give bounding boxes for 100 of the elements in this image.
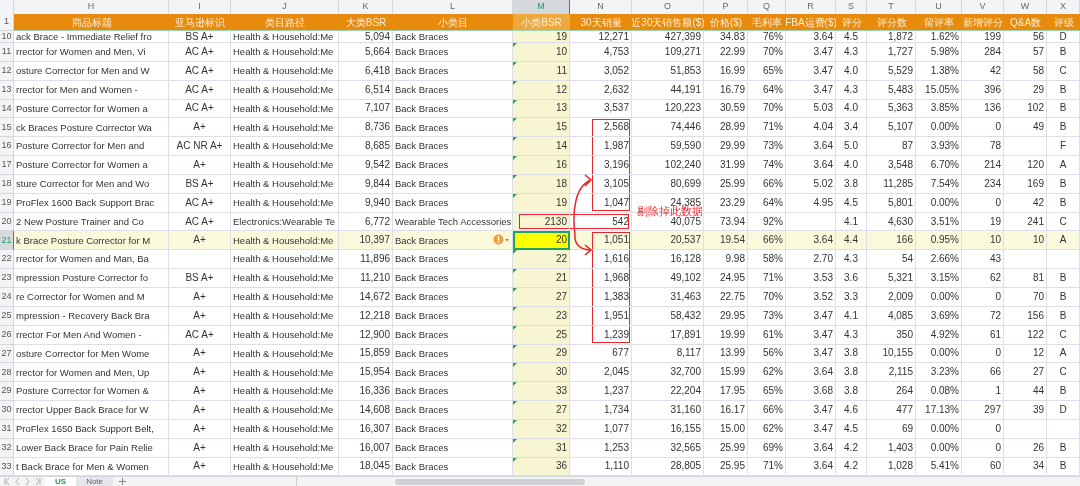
table-cell[interactable]: 3.8 [836,363,867,383]
last-sheet-icon[interactable] [35,478,41,486]
table-cell[interactable]: Back Braces [393,156,513,175]
table-cell[interactable]: 74% [748,156,786,175]
table-cell[interactable]: 56 [1004,31,1047,43]
table-cell[interactable]: 30 [513,363,570,383]
table-cell[interactable]: Posture Corrector for Men and [14,137,169,157]
table-cell[interactable]: 32,700 [632,363,704,383]
row-number[interactable]: 15 [0,118,14,138]
table-cell[interactable]: 44 [1004,382,1047,402]
table-cell[interactable]: 49 [1004,118,1047,138]
table-cell[interactable]: 1,987 [570,137,632,157]
table-cell[interactable]: 3.68 [786,382,836,402]
table-cell[interactable]: 15 [513,118,570,138]
table-cell[interactable]: 4.04 [786,118,836,138]
table-cell[interactable]: 4.3 [836,43,867,62]
table-cell[interactable]: A+ [169,382,231,402]
table-cell[interactable]: 10 [1004,231,1047,251]
table-cell[interactable]: 5.0 [836,137,867,157]
table-cell[interactable]: 34.83 [704,31,748,43]
warning-icon[interactable] [493,234,510,246]
table-cell[interactable]: 3.4 [836,118,867,138]
table-cell[interactable]: 199 [962,31,1004,43]
table-cell[interactable]: 8,685 [339,137,393,157]
table-cell[interactable]: 3.64 [786,231,836,251]
table-cell[interactable]: 78 [962,137,1004,157]
table-cell[interactable]: 14 [513,137,570,157]
table-cell[interactable]: 3.53 [786,269,836,288]
table-cell[interactable]: 49,102 [632,269,704,288]
table-cell[interactable] [1004,137,1047,157]
table-cell[interactable]: 477 [867,401,916,420]
table-cell[interactable]: rrector for Women and Men, Vi [14,43,169,62]
table-cell[interactable]: rrector for Women and Man, Ba [14,250,169,270]
table-cell[interactable]: 10,397 [339,231,393,251]
table-cell[interactable]: 3.8 [836,382,867,402]
table-cell[interactable]: 66 [962,363,1004,383]
table-cell[interactable]: 8,736 [339,118,393,138]
table-cell[interactable]: 3.6 [836,269,867,288]
table-cell[interactable]: 73% [748,137,786,157]
table-cell[interactable]: Health & Household:Me [231,250,339,270]
table-cell[interactable]: 6.70% [916,156,962,175]
table-cell[interactable]: 9,542 [339,156,393,175]
add-sheet-icon[interactable] [119,478,127,486]
table-cell[interactable]: Health & Household:Me [231,363,339,383]
table-cell[interactable]: 3.64 [786,363,836,383]
table-cell[interactable]: 43 [962,250,1004,270]
table-cell[interactable]: rrector Upper Back Brace for W [14,401,169,420]
table-cell[interactable]: Back Braces [393,43,513,62]
table-cell[interactable]: 427,399 [632,31,704,43]
table-cell[interactable]: 10 [962,231,1004,251]
table-cell[interactable]: 1 [962,382,1004,402]
table-cell[interactable]: 3.47 [786,401,836,420]
table-cell[interactable]: AC NR A+ [169,137,231,157]
table-cell[interactable]: 27 [513,401,570,420]
table-cell[interactable]: 4,753 [570,43,632,62]
table-cell[interactable]: 27 [1004,363,1047,383]
table-cell[interactable]: Posture Corrector for Women & [14,382,169,402]
table-cell[interactable]: 16 [513,156,570,175]
table-cell[interactable]: 102,240 [632,156,704,175]
sheet-tab[interactable]: Note [76,477,114,486]
table-cell[interactable]: 5,664 [339,43,393,62]
table-cell[interactable]: k Brace Posture Corrector for M [14,231,169,251]
table-cell[interactable]: 54 [867,250,916,270]
table-cell[interactable]: 17.13% [916,401,962,420]
table-cell[interactable]: 3.64 [786,156,836,175]
table-cell[interactable]: 109,271 [632,43,704,62]
row-number[interactable]: 16 [0,137,14,157]
next-sheet-icon[interactable] [25,478,30,486]
table-cell[interactable]: 16.17 [704,401,748,420]
table-cell[interactable]: Back Braces [393,363,513,383]
table-cell[interactable]: ck Braces Posture Corrector Wa [14,118,169,138]
table-cell[interactable]: 58% [748,250,786,270]
table-cell[interactable]: A+ [169,118,231,138]
table-cell[interactable]: 81 [1004,269,1047,288]
table-cell[interactable] [1004,250,1047,270]
table-cell[interactable]: 31,160 [632,401,704,420]
table-cell[interactable]: 3.47 [786,43,836,62]
table-cell[interactable]: Health & Household:Me [231,156,339,175]
table-cell[interactable]: 1,968 [570,269,632,288]
table-cell[interactable]: 4.6 [836,401,867,420]
table-cell[interactable]: 71% [748,118,786,138]
table-cell[interactable]: 22 [513,250,570,270]
table-cell[interactable]: 21 [513,269,570,288]
table-cell[interactable]: mpression Posture Corrector fo [14,269,169,288]
table-cell[interactable]: 16,336 [339,382,393,402]
table-cell[interactable]: 74,446 [632,118,704,138]
table-cell[interactable]: Back Braces [393,231,513,251]
row-number[interactable]: 23 [0,269,14,288]
table-cell[interactable]: 71% [748,269,786,288]
table-cell[interactable]: B [1047,118,1080,138]
table-cell[interactable]: 1.62% [916,31,962,43]
table-cell[interactable]: 39 [1004,401,1047,420]
table-cell[interactable]: 3.64 [786,31,836,43]
table-cell[interactable]: 76% [748,31,786,43]
table-cell[interactable]: Health & Household:Me [231,137,339,157]
table-cell[interactable]: 166 [867,231,916,251]
table-cell[interactable]: 15,954 [339,363,393,383]
table-cell[interactable]: 264 [867,382,916,402]
table-cell[interactable]: Back Braces [393,31,513,43]
table-cell[interactable]: Health & Household:Me [231,43,339,62]
